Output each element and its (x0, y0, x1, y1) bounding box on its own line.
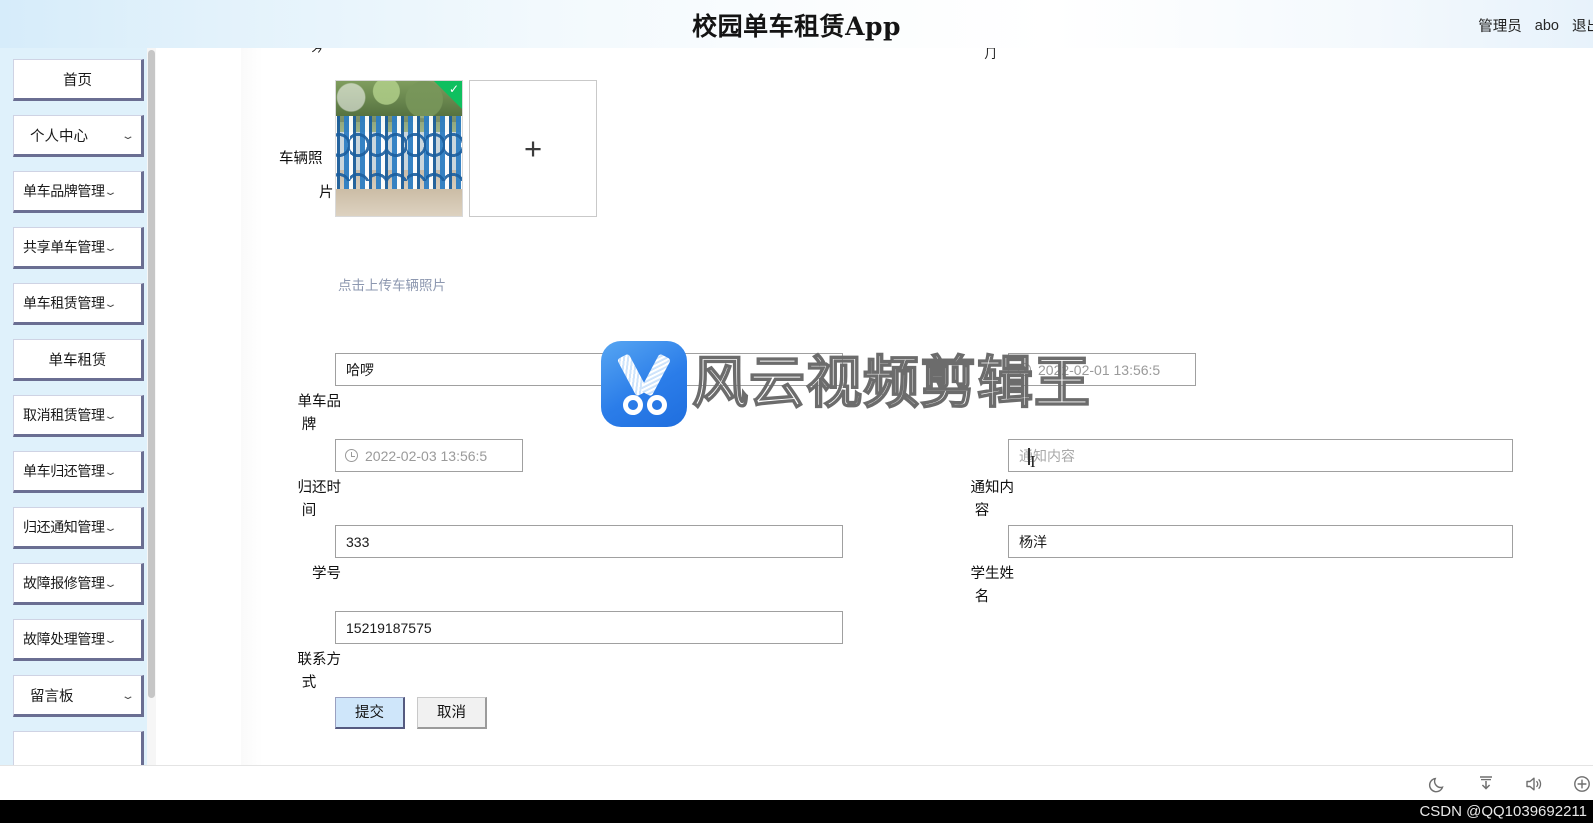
ibeam-cursor-icon: I (1030, 452, 1036, 471)
sidebar-item-label: 共享单车管理 (23, 239, 105, 255)
app-window: 校园单车租赁App 管理员 abo 退出 首页 个人中心 ⌄ 单车品牌管理 ⌄ … (0, 0, 1593, 823)
rent-time-value: 2022-02-01 13:56:5 (1038, 361, 1161, 378)
brand-label: 单车品 牌 (279, 391, 342, 437)
sidebar-item-bike-return-mgmt[interactable]: 单车归还管理 ⌄ (13, 451, 144, 493)
sidebar-item-home[interactable]: 首页 (13, 59, 144, 101)
student-name-label: 学生姓 名 (952, 563, 1015, 609)
rent-time-field[interactable]: 2022-02-01 13:56:5 (1008, 353, 1196, 386)
user-role-label: 管理员 (1478, 19, 1522, 35)
student-id-label: 学号 (279, 563, 341, 586)
notice-content-label-line2: 容 (974, 503, 990, 519)
sidebar-item-fault-report-mgmt[interactable]: 故障报修管理 ⌄ (13, 563, 144, 605)
vehicle-photo-thumbnail[interactable]: ✓ (335, 80, 463, 217)
vehicle-photo-label-line1: 车辆照 (279, 151, 323, 167)
sidebar-item-partial[interactable] (13, 731, 144, 765)
download-icon[interactable] (1475, 773, 1497, 795)
chevron-down-icon: ⌄ (102, 633, 118, 645)
return-time-field[interactable]: 2022-02-03 13:56:5 (335, 439, 523, 472)
sidebar-item-fault-handling-mgmt[interactable]: 故障处理管理 ⌄ (13, 619, 144, 661)
student-name-label-line2: 名 (974, 589, 990, 605)
return-time-label-line1: 归还时 (297, 480, 342, 496)
upload-photo-hint[interactable]: 点击上传车辆照片 (338, 274, 446, 294)
sidebar-item-label: 故障报修管理 (23, 575, 105, 591)
sidebar-item-message-board[interactable]: 留言板 ⌄ (13, 675, 144, 717)
footer-credit-bar: CSDN @QQ1039692211 (0, 800, 1593, 823)
chevron-down-icon: ⌄ (102, 185, 118, 197)
clock-icon (345, 449, 358, 462)
contact-input[interactable] (335, 611, 843, 644)
clock-icon (1018, 363, 1031, 376)
student-name-label-line1: 学生姓 (970, 566, 1015, 582)
sidebar-item-bike-brand-mgmt[interactable]: 单车品牌管理 ⌄ (13, 171, 144, 213)
sidebar-item-label: 单车品牌管理 (23, 183, 105, 199)
sidebar-nav: 首页 个人中心 ⌄ 单车品牌管理 ⌄ 共享单车管理 ⌄ 单车租赁管理 ⌄ 单车租… (0, 36, 152, 765)
speaker-icon[interactable] (1523, 773, 1545, 795)
notice-content-label-line1: 通知内 (970, 480, 1015, 496)
header-user-area: 管理员 abo 退出 (1478, 15, 1593, 36)
sidebar-scrollbar-thumb[interactable] (148, 50, 155, 698)
chevron-down-icon: ⌄ (102, 577, 118, 589)
chevron-down-icon: ⌄ (120, 129, 136, 141)
contact-label-line1: 联系方 (297, 652, 342, 668)
sidebar-item-label: 首页 (63, 72, 92, 89)
chevron-down-icon: ⌄ (102, 409, 118, 421)
student-id-label-line1: 学号 (312, 566, 341, 582)
sidebar-item-shared-bike-mgmt[interactable]: 共享单车管理 ⌄ (13, 227, 144, 269)
sidebar-item-label: 故障处理管理 (23, 631, 105, 647)
sidebar-item-return-notice-mgmt[interactable]: 归还通知管理 ⌄ (13, 507, 144, 549)
student-id-input[interactable] (335, 525, 843, 558)
sidebar-item-label: 留言板 (30, 688, 74, 705)
page-title: 校园单车租赁App (692, 12, 901, 41)
return-time-value: 2022-02-03 13:56:5 (365, 447, 488, 464)
sidebar-item-label: 单车归还管理 (23, 463, 105, 479)
bottom-bar-icons (1427, 766, 1593, 801)
contact-label-line2: 式 (301, 675, 317, 691)
return-time-label: 归还时 间 (279, 477, 342, 523)
sidebar-item-label: 归还通知管理 (23, 519, 105, 535)
brand-input[interactable] (335, 353, 843, 386)
chevron-down-icon: ⌄ (102, 241, 118, 253)
logout-button[interactable]: 退出 (1572, 15, 1593, 36)
sidebar-item-bike-rental[interactable]: 单车租赁 (13, 339, 144, 381)
panel-shade (241, 36, 263, 765)
sidebar-item-personal-center[interactable]: 个人中心 ⌄ (13, 115, 144, 157)
chevron-down-icon: ⌄ (102, 521, 118, 533)
notice-content-label: 通知内 容 (952, 477, 1015, 523)
moon-icon[interactable] (1427, 773, 1449, 795)
username-label: abo (1534, 17, 1559, 34)
sidebar-item-bike-rental-mgmt[interactable]: 单车租赁管理 ⌄ (13, 283, 144, 325)
sidebar-item-label: 个人中心 (30, 128, 88, 145)
form-content-panel: ⺈ ⺆ 车辆照 片 ✓ + 点击上传车辆照片 单车品 牌 哈啰 2022-02-… (156, 36, 1593, 765)
sidebar-item-label: 单车租赁管理 (23, 295, 105, 311)
contact-label: 联系方 式 (279, 649, 342, 695)
submit-button[interactable]: 提交 (335, 697, 405, 729)
chevron-down-icon: ⌄ (102, 465, 118, 477)
footer-credit-text: CSDN @QQ1039692211 (1419, 803, 1587, 820)
sidebar-item-label: 单车租赁 (48, 352, 107, 369)
form-actions: 提交 取消 (335, 697, 487, 729)
brand-label-line2: 牌 (301, 417, 317, 433)
photo-wheels (336, 126, 462, 181)
sidebar-item-cancel-rental-mgmt[interactable]: 取消租赁管理 ⌄ (13, 395, 144, 437)
browser-bottom-bar (0, 765, 1593, 800)
return-time-label-line2: 间 (301, 503, 317, 519)
add-photo-button[interactable]: + (469, 80, 597, 217)
app-header: 校园单车租赁App 管理员 abo 退出 (0, 0, 1593, 48)
notice-content-input[interactable] (1008, 439, 1513, 472)
chevron-down-icon: ⌄ (102, 297, 118, 309)
chevron-down-icon: ⌄ (120, 689, 136, 701)
brand-label-line1: 单车品 (297, 394, 342, 410)
vehicle-photo-label: 车辆照 片 (279, 142, 341, 210)
plus-icon: + (523, 130, 543, 166)
cancel-button[interactable]: 取消 (417, 697, 487, 729)
sidebar-item-label: 取消租赁管理 (23, 407, 105, 423)
check-icon: ✓ (448, 82, 459, 96)
student-name-input[interactable] (1008, 525, 1513, 558)
add-circle-icon[interactable] (1571, 773, 1593, 795)
